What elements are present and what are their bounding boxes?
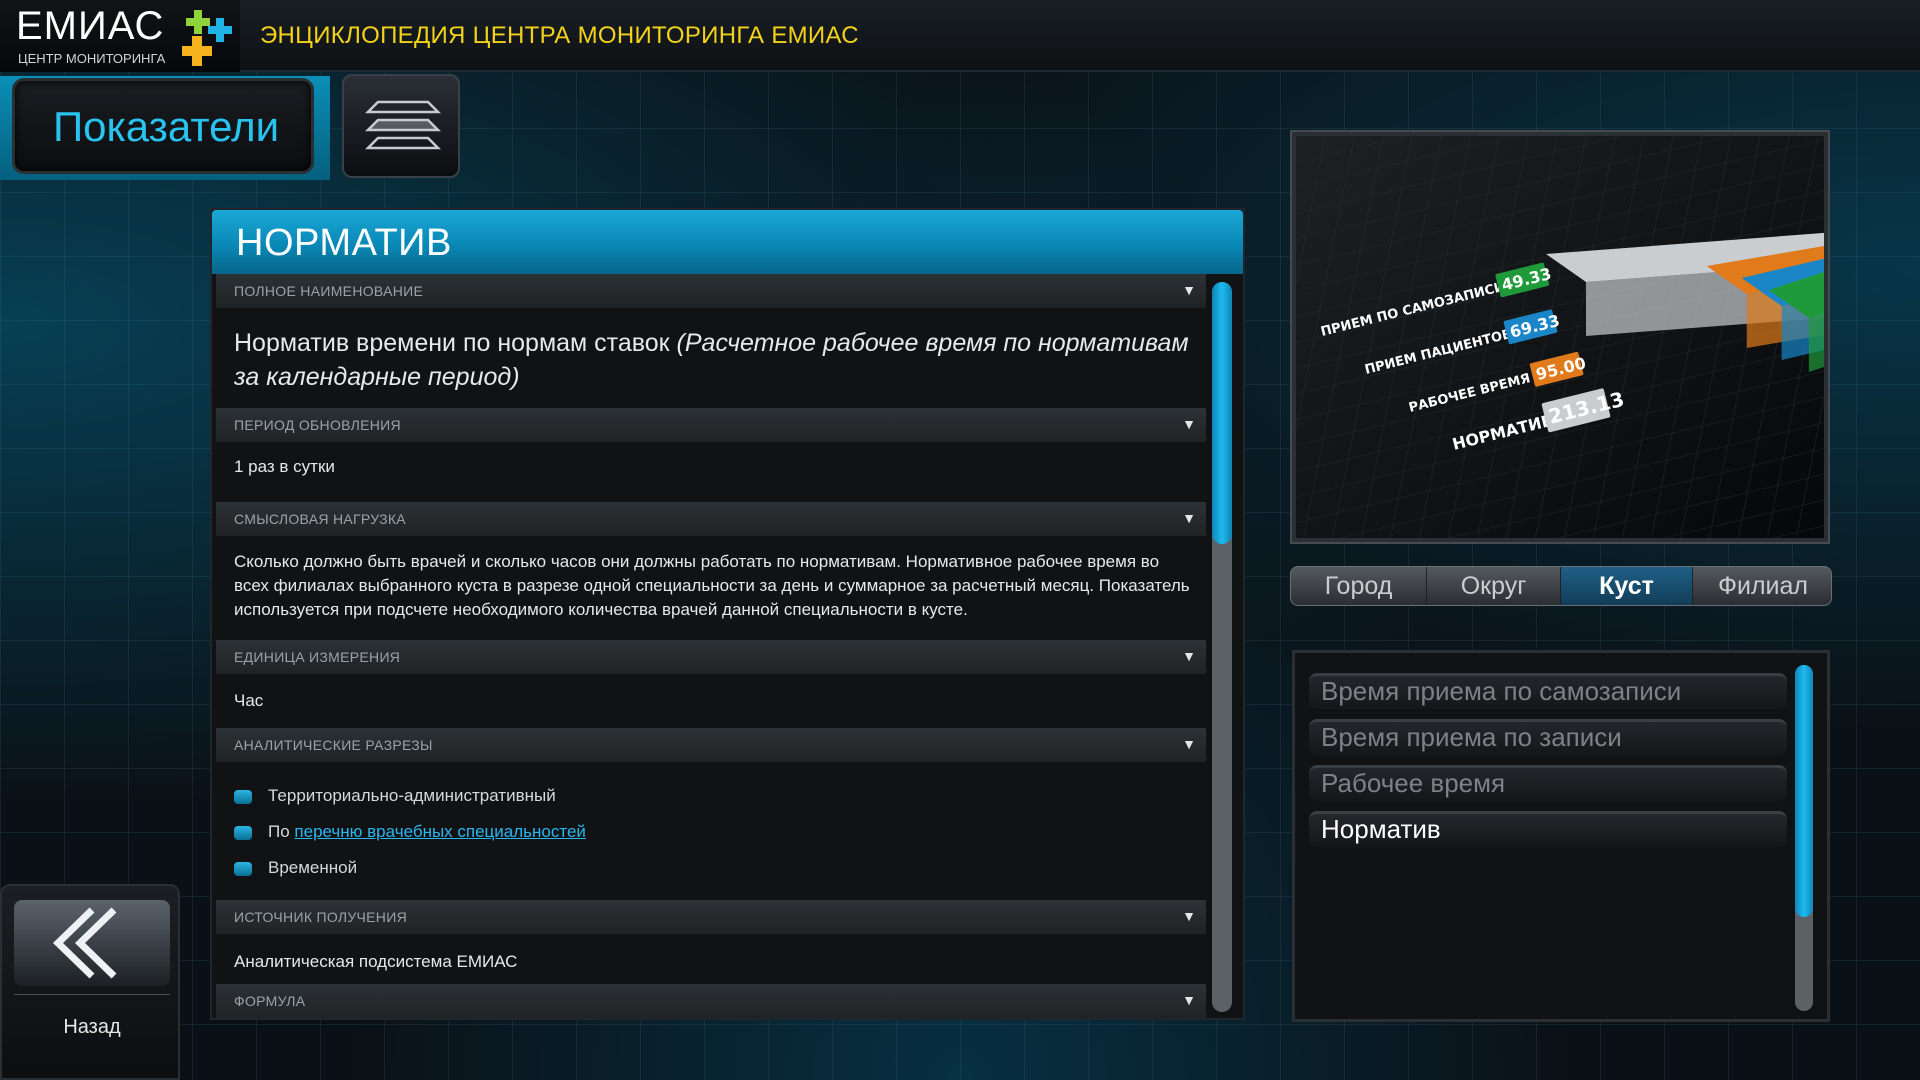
full-name-text: Норматив времени по нормам ставок (Расче… (234, 326, 1204, 394)
section-label: ПЕРИОД ОБНОВЛЕНИЯ (234, 417, 401, 433)
double-chevron-left-icon (52, 907, 117, 979)
scrollbar-thumb[interactable] (1795, 665, 1813, 917)
logo-subtitle: ЦЕНТР МОНИТОРИНГА (18, 51, 166, 66)
layers-icon (364, 100, 442, 150)
section-label: ПОЛНОЕ НАИМЕНОВАНИЕ (234, 283, 424, 299)
slice-item: Временной (268, 858, 358, 877)
bullet-icon (234, 790, 252, 804)
triangle-down-icon: ▼ (1182, 992, 1196, 1008)
menu-button[interactable] (342, 74, 460, 178)
section-header-source[interactable]: ИСТОЧНИК ПОЛУЧЕНИЯ ▼ (216, 900, 1206, 934)
segment-district[interactable]: Округ (1427, 567, 1561, 605)
slice-item: По перечню врачебных специальностей (268, 822, 586, 842)
list-item[interactable]: Время приема по записи (1309, 719, 1787, 755)
triangle-down-icon: ▼ (1182, 736, 1196, 752)
section-header-full-name[interactable]: ПОЛНОЕ НАИМЕНОВАНИЕ ▼ (216, 274, 1206, 308)
triangle-down-icon: ▼ (1182, 648, 1196, 664)
bullet-icon (234, 826, 252, 840)
section-label: АНАЛИТИЧЕСКИЕ РАЗРЕЗЫ (234, 737, 433, 753)
section-header-update-period[interactable]: ПЕРИОД ОБНОВЛЕНИЯ ▼ (216, 408, 1206, 442)
triangle-down-icon: ▼ (1182, 908, 1196, 924)
logo: ЕМИАС ЦЕНТР МОНИТОРИНГА (0, 0, 240, 72)
source-text: Аналитическая подсистема ЕМИАС (234, 952, 518, 971)
slice-item-prefix: По (268, 822, 290, 841)
card-title: НОРМАТИВ (236, 222, 452, 264)
indicator-card: НОРМАТИВ ПОЛНОЕ НАИМЕНОВАНИЕ ▼ Норматив … (210, 208, 1245, 1020)
app-header: ЕМИАС ЦЕНТР МОНИТОРИНГА ЭНЦИКЛОПЕДИЯ ЦЕН… (0, 0, 1920, 72)
chart-preview: ПРИЕМ ПО САМОЗАПИСИ 49.33 ПРИЕМ ПАЦИЕНТОВ 6… (1292, 132, 1876, 542)
logo-plus-icon (182, 10, 232, 66)
back-button[interactable]: Назад (0, 884, 180, 1080)
meaning-text: Сколько должно быть врачей и сколько час… (234, 552, 1190, 619)
pokazateli-button[interactable]: Показатели (12, 78, 314, 174)
header-title: ЭНЦИКЛОПЕДИЯ ЦЕНТРА МОНИТОРИНГА ЕМИАС (260, 22, 859, 49)
indicator-list: Время приема по самозаписи Время приема … (1292, 650, 1830, 1022)
list-item[interactable]: Норматив (1309, 811, 1787, 847)
section-label: ИСТОЧНИК ПОЛУЧЕНИЯ (234, 909, 407, 925)
section-label: ФОРМУЛА (234, 993, 306, 1009)
list-item[interactable]: Рабочее время (1309, 765, 1787, 801)
back-arrow-panel (14, 900, 170, 986)
list-item[interactable]: Время приема по самозаписи (1309, 673, 1787, 709)
unit-text: Час (234, 691, 264, 710)
pokazateli-label: Показатели (52, 103, 280, 150)
back-label: Назад (63, 1016, 121, 1038)
triangle-down-icon: ▼ (1182, 510, 1196, 526)
slices-list: Территориально-административный По переч… (234, 786, 1204, 906)
triangle-down-icon: ▼ (1182, 416, 1196, 432)
bullet-icon (234, 862, 252, 876)
logo-text: ЕМИАС (16, 4, 165, 48)
section-header-unit[interactable]: ЕДИНИЦА ИЗМЕРЕНИЯ ▼ (216, 640, 1206, 674)
chart-preview-svg: ПРИЕМ ПО САМОЗАПИСИ49.33ПРИЕМ ПАЦИЕНТОВ6… (1296, 136, 1876, 538)
section-header-formula[interactable]: ФОРМУЛА ▼ (216, 984, 1206, 1018)
segment-branch[interactable]: Филиал (1693, 567, 1831, 605)
section-label: ЕДИНИЦА ИЗМЕРЕНИЯ (234, 649, 401, 665)
divider (14, 994, 170, 995)
slice-item: Территориально-административный (268, 786, 556, 805)
section-header-meaning[interactable]: СМЫСЛОВАЯ НАГРУЗКА ▼ (216, 502, 1206, 536)
section-label: СМЫСЛОВАЯ НАГРУЗКА (234, 511, 406, 527)
segment-cluster[interactable]: Куст (1561, 567, 1693, 605)
update-period-text: 1 раз в сутки (234, 457, 335, 476)
scrollbar-thumb[interactable] (1212, 282, 1232, 544)
specialties-link[interactable]: перечню врачебных специальностей (294, 822, 586, 841)
full-name-main: Норматив времени по нормам ставок (234, 329, 670, 357)
card-header: НОРМАТИВ (212, 210, 1243, 274)
level-switch: Город Округ Куст Филиал (1290, 566, 1832, 606)
segment-city[interactable]: Город (1291, 567, 1427, 605)
section-header-slices[interactable]: АНАЛИТИЧЕСКИЕ РАЗРЕЗЫ ▼ (216, 728, 1206, 762)
triangle-down-icon: ▼ (1182, 282, 1196, 298)
